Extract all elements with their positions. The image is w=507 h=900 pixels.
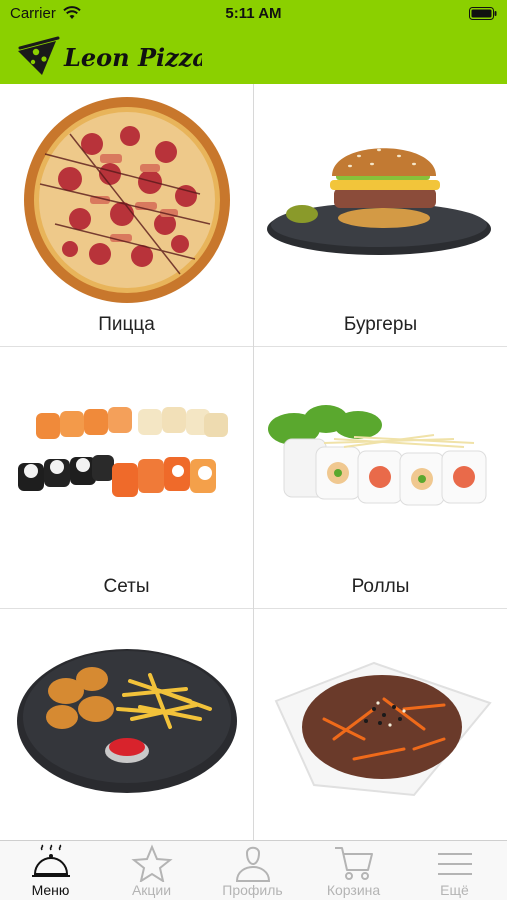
rolls-photo bbox=[268, 405, 487, 506]
logo-text: Leon Pizza bbox=[63, 43, 202, 72]
tab-profile[interactable]: Профиль bbox=[202, 841, 303, 900]
clock: 5:11 AM bbox=[225, 5, 282, 22]
category-sets[interactable]: Сеты bbox=[0, 347, 253, 608]
noodles-photo bbox=[274, 661, 492, 797]
category-pizza[interactable]: Пицца bbox=[0, 84, 253, 346]
tab-menu[interactable]: Меню bbox=[0, 841, 101, 900]
menu-icon bbox=[438, 853, 472, 875]
category-label: Роллы bbox=[351, 576, 410, 597]
category-label: Бургеры bbox=[343, 314, 418, 335]
tab-bar: Меню Акции Профиль Корзина Ещё bbox=[0, 840, 507, 900]
nuggets-fries-photo bbox=[17, 649, 237, 793]
tab-label: Ещё bbox=[440, 882, 469, 898]
leon-pizza-logo[interactable]: Leon Pizza bbox=[12, 35, 208, 79]
star-icon bbox=[131, 844, 173, 882]
tab-label: Акции bbox=[131, 882, 172, 898]
pizza-slice-icon bbox=[18, 36, 60, 75]
tab-label: Профиль bbox=[222, 882, 283, 898]
category-label: Пицца bbox=[98, 314, 155, 335]
app-header: Leon Pizza bbox=[0, 28, 507, 84]
status-bar: Carrier 5:11 AM bbox=[0, 0, 507, 28]
grid-divider bbox=[253, 84, 254, 840]
category-burgers[interactable]: Бургеры bbox=[254, 84, 507, 346]
category-rolls[interactable]: Роллы bbox=[254, 347, 507, 608]
cart-icon bbox=[335, 847, 373, 880]
tab-promotions[interactable]: Акции bbox=[101, 841, 202, 900]
person-icon bbox=[235, 846, 271, 882]
sushi-set-photo bbox=[18, 407, 228, 497]
battery-icon bbox=[469, 7, 497, 20]
tab-label: Корзина bbox=[326, 882, 381, 898]
category-noodles[interactable] bbox=[254, 609, 507, 840]
burger-photo bbox=[267, 148, 491, 255]
tab-cart[interactable]: Корзина bbox=[303, 841, 404, 900]
tab-label: Меню bbox=[31, 882, 70, 898]
pizza-photo bbox=[24, 97, 230, 303]
tab-more[interactable]: Ещё bbox=[404, 841, 505, 900]
cloche-icon bbox=[32, 844, 70, 877]
category-snacks[interactable] bbox=[0, 609, 253, 840]
category-label: Сеты bbox=[103, 576, 150, 597]
